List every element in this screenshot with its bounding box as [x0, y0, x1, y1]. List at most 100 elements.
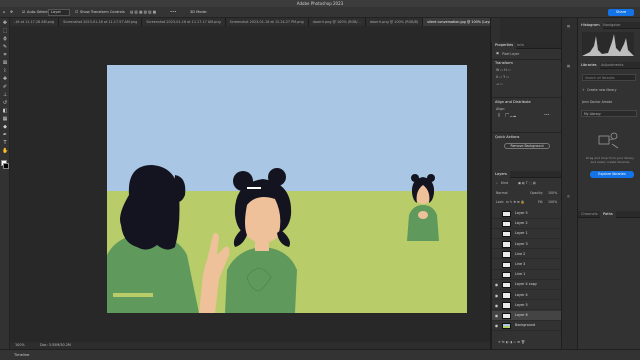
align-buttons[interactable]: ▕ ▏ ▕ ▔ ▁ ▂	[496, 113, 516, 117]
opacity-value[interactable]: 100%	[548, 191, 557, 195]
layer-row[interactable]: ◉ Background	[492, 321, 562, 331]
search-icon[interactable]: ⌕	[496, 181, 498, 185]
brush-tool-icon[interactable]: ✐	[2, 84, 8, 90]
layer-row[interactable]: Layer 3	[492, 240, 562, 250]
plus-icon[interactable]: +	[582, 88, 585, 92]
quick-select-icon[interactable]: ✎	[2, 44, 8, 50]
visibility-eye-icon[interactable]	[494, 211, 499, 216]
document-tab-active[interactable]: silent conversation.jpg @ 100% (Layer 6,…	[423, 18, 490, 26]
eraser-tool-icon[interactable]: ◧	[2, 108, 8, 114]
layer-name: Layer 6	[515, 313, 528, 317]
quick-actions-title[interactable]: Quick Actions	[495, 135, 519, 139]
my-library-label: My Library	[584, 112, 601, 116]
visibility-eye-icon[interactable]: ◉	[494, 282, 499, 287]
home-icon[interactable]: ⌂	[3, 9, 5, 16]
lasso-tool-icon[interactable]: ϕ	[2, 36, 8, 42]
hand-tool-icon[interactable]: ✋	[2, 148, 8, 154]
show-transform-checkbox[interactable]: ☐	[75, 9, 78, 16]
auto-select-dropdown[interactable]: Layer	[48, 9, 70, 16]
document-tab[interactable]: Screenshot 2023-01-16 at 11.17.17 AM.png	[142, 18, 226, 26]
tab-info[interactable]: Info	[514, 42, 527, 49]
layer-row[interactable]: Layer 1	[492, 229, 562, 239]
explore-libraries-button[interactable]: Explore libraries	[590, 171, 634, 178]
document-tab[interactable]: doorrrl.png @ 100% (RGB/...	[308, 18, 366, 26]
move-tool-icon[interactable]: ✥	[10, 9, 13, 16]
filter-icons[interactable]: ▣ ◐ T ⬚ ▤	[518, 181, 536, 185]
libraries-icon[interactable]: ▤	[567, 64, 570, 68]
visibility-eye-icon[interactable]	[494, 242, 499, 247]
document-tab[interactable]: Screenshot 2023-01-16 at 11.17.57 AM.png	[59, 18, 143, 26]
pen-tool-icon[interactable]: ✒	[2, 132, 8, 138]
layer-row[interactable]: Line 1	[492, 270, 562, 280]
layer-footer-icons[interactable]: ⚭ fx ◐ ◑ ▭ ⊞ 🗑	[498, 340, 525, 344]
type-tool-icon[interactable]: T	[2, 140, 8, 146]
background-color-swatch[interactable]	[3, 163, 9, 169]
visibility-eye-icon[interactable]	[494, 262, 499, 267]
panel-icon-strip-right: ▥ ▤ ◎	[561, 18, 577, 349]
create-new-library[interactable]: Create new library	[587, 88, 616, 92]
visibility-eye-icon[interactable]: ◉	[494, 323, 499, 328]
remove-background-button[interactable]: Remove Background	[504, 143, 550, 149]
healing-brush-icon[interactable]: ✚	[2, 76, 8, 82]
timeline-label[interactable]: Timeline	[14, 353, 29, 357]
histogram-icon[interactable]: ▥	[567, 24, 570, 28]
layer-row[interactable]: Line 2	[492, 250, 562, 260]
gradient-tool-icon[interactable]: ▦	[2, 116, 8, 122]
share-button[interactable]: Share	[608, 9, 634, 16]
visibility-eye-icon[interactable]: ◉	[494, 293, 499, 298]
channels-tabs: Channels Paths	[578, 211, 640, 218]
layer-row[interactable]: Line 3	[492, 260, 562, 270]
x-field-icon[interactable]: X ▭ Y ▭	[496, 75, 509, 79]
tab-channels[interactable]: Channels	[578, 211, 601, 218]
visibility-eye-icon[interactable]	[494, 252, 499, 257]
tab-navigator[interactable]: Navigator	[600, 22, 624, 29]
layer-row[interactable]: Layer 5	[492, 209, 562, 219]
document-tab[interactable]: Screenshot 2023-01-16 at 12.24.27 PM.png	[225, 18, 309, 26]
more-icon[interactable]: •••	[544, 113, 550, 117]
library-search-input[interactable]: Search all libraries	[582, 74, 636, 81]
frame-tool-icon[interactable]: ⊠	[2, 60, 8, 66]
eyedropper-icon[interactable]: ⌇	[2, 68, 8, 74]
align-section-title[interactable]: Align and Distribute	[495, 100, 531, 104]
angle-field-icon[interactable]: ⊿ ▭	[496, 82, 503, 86]
tab-paths[interactable]: Paths	[600, 211, 616, 218]
tab-adjustments[interactable]: Adjustments	[598, 62, 627, 69]
lock-icons[interactable]: ⊡ ✎ ✥ ⊞ 🔒	[506, 200, 525, 204]
document-tab[interactable]: doorrrl.png @ 100% (RGB/8)	[365, 18, 424, 26]
layer-name: Line 1	[515, 272, 526, 277]
layer-row[interactable]: ◉ Layer 4	[492, 291, 562, 301]
layer-row[interactable]: ◉ Layer 4 copy	[492, 280, 562, 290]
transform-section-title[interactable]: Transform	[495, 61, 513, 65]
marquee-tool-icon[interactable]: ⬚	[2, 28, 8, 34]
document-tab[interactable]: -16 at 11.17.28 AM.png	[10, 18, 60, 26]
library-select[interactable]: My Library	[581, 110, 637, 117]
clone-stamp-icon[interactable]: ⊥	[2, 92, 8, 98]
fill-value[interactable]: 100%	[548, 200, 557, 204]
align-icons[interactable]: ▤ ▥ ▦ ▧ ▨ ▩	[130, 9, 156, 16]
layer-row[interactable]: ◉ Layer 5	[492, 301, 562, 311]
tab-libraries[interactable]: Libraries	[578, 62, 600, 69]
visibility-eye-icon[interactable]	[494, 221, 499, 226]
more-options-icon[interactable]: •••	[170, 9, 176, 16]
visibility-eye-icon[interactable]: ◉	[494, 303, 499, 308]
blend-mode-select[interactable]: Normal	[496, 191, 508, 195]
document-canvas[interactable]	[107, 65, 467, 313]
zoom-level[interactable]: 100%	[15, 342, 25, 349]
crop-tool-icon[interactable]: ⌗	[2, 52, 8, 58]
visibility-eye-icon[interactable]	[494, 231, 499, 236]
tab-properties[interactable]: Properties	[492, 42, 517, 49]
auto-select-checkbox[interactable]: ☑	[22, 9, 25, 16]
blur-tool-icon[interactable]: ◆	[2, 124, 8, 130]
history-brush-icon[interactable]: ↺	[2, 100, 8, 106]
layer-thumbnail	[502, 302, 511, 309]
tab-histogram[interactable]: Histogram	[578, 22, 603, 29]
layer-row[interactable]: ◉ Layer 6	[492, 311, 562, 321]
move-tool-icon[interactable]: ✥	[2, 20, 8, 26]
visibility-eye-icon[interactable]	[494, 272, 499, 277]
width-field-icon[interactable]: W ▭ H ▭	[496, 68, 511, 72]
layer-kind-filter[interactable]: Kind	[501, 181, 508, 185]
tab-layers[interactable]: Layers	[492, 171, 510, 178]
visibility-eye-icon[interactable]: ◉	[494, 313, 499, 318]
layer-row[interactable]: Layer 2	[492, 219, 562, 229]
channels-icon[interactable]: ◎	[567, 194, 570, 198]
